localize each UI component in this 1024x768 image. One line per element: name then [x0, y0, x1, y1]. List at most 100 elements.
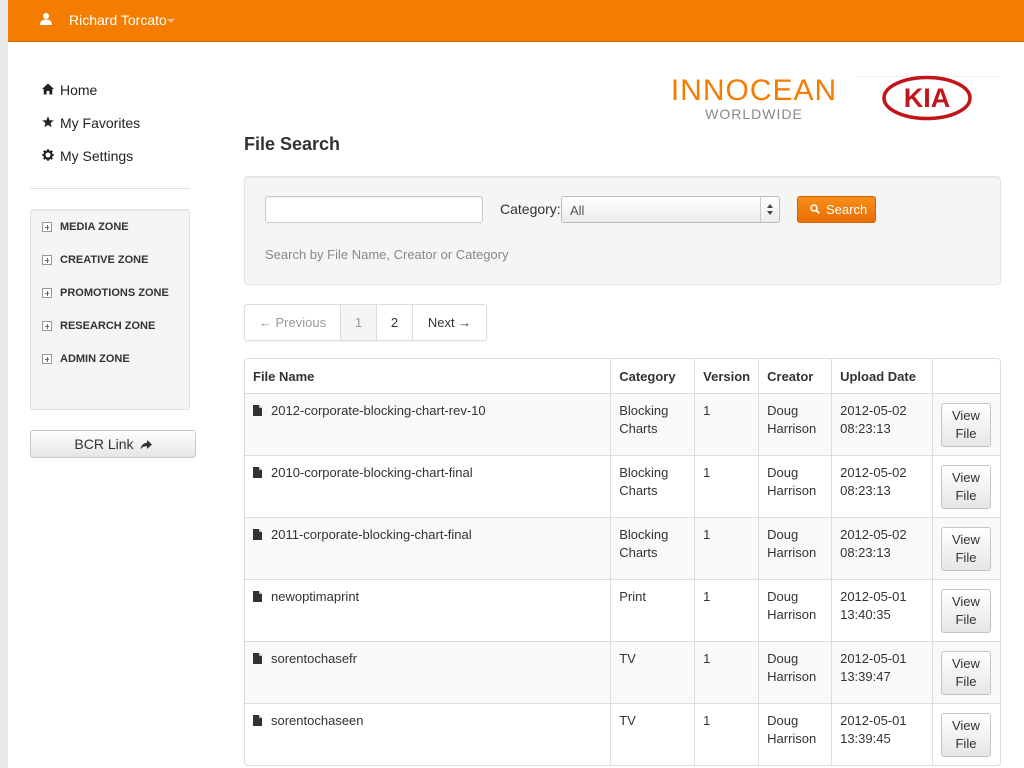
view-file-label-1: View [951, 470, 980, 485]
view-file-button[interactable]: View File [940, 403, 991, 447]
cell-actions: View File [931, 703, 1000, 765]
svg-text:KIA: KIA [904, 83, 951, 113]
cell-creator2: Harrison [767, 545, 817, 560]
user-menu[interactable]: Richard Torcato [69, 12, 167, 28]
expand-icon[interactable] [42, 255, 52, 265]
cell-creator: Doug Harrison [758, 517, 832, 579]
cell-creator2: Harrison [767, 483, 817, 498]
search-button[interactable]: Search [797, 196, 876, 223]
view-file-button[interactable]: View File [940, 465, 991, 509]
table-row: sorentochaseen TV 1 Doug Harrison 2012-05… [245, 703, 1000, 765]
bcr-link-button[interactable]: BCR Link [30, 430, 196, 458]
file-icon [253, 653, 262, 664]
table-row: sorentochasefr TV 1 Doug Harrison 2012-05… [245, 641, 1000, 703]
pagination-next[interactable]: Next → [413, 305, 486, 340]
cell-cat2: Charts [619, 483, 658, 498]
cell-version: 1 [703, 403, 711, 418]
table-row: newoptimaprint Print 1 Doug Harrison 2012… [245, 579, 1000, 641]
file-name-link[interactable]: newoptimaprint [253, 588, 602, 606]
cell-file-name: 2011-corporate-blocking-chart-final [245, 517, 611, 579]
search-icon [810, 204, 820, 214]
cell-version: 1 [694, 703, 759, 765]
home-icon [42, 83, 54, 95]
gear-icon [42, 149, 54, 161]
file-name-link[interactable]: 2011-corporate-blocking-chart-final [253, 526, 602, 544]
cell-file-name: 2010-corporate-blocking-chart-final [245, 455, 611, 517]
cell-cat1: Print [619, 589, 646, 604]
cell-date: 2012-05-02 [840, 403, 907, 418]
cell-upload-date: 2012-05-02 08:23:13 [831, 517, 932, 579]
cell-category: Blocking Charts [610, 517, 695, 579]
view-file-label-2: File [955, 612, 977, 627]
file-icon [253, 715, 262, 726]
cell-creator1: Doug [767, 527, 799, 542]
view-file-button[interactable]: View File [940, 713, 991, 757]
cell-cat1: Blocking [619, 527, 669, 542]
cell-cat1: Blocking [619, 465, 669, 480]
view-file-label-2: File [955, 426, 977, 441]
search-button-label: Search [826, 202, 868, 217]
cell-cat2: Charts [619, 545, 658, 560]
view-file-button[interactable]: View File [940, 589, 991, 633]
file-name-text: sorentochaseen [271, 713, 364, 728]
view-file-button[interactable]: View File [940, 527, 991, 571]
select-arrows-icon [760, 197, 779, 222]
file-name-link[interactable]: 2010-corporate-blocking-chart-final [253, 464, 602, 482]
expand-icon[interactable] [42, 288, 52, 298]
page-title: File Search [244, 134, 341, 154]
cell-category: TV [610, 641, 695, 703]
view-file-label-2: File [955, 674, 977, 689]
cell-date: 2012-05-02 [840, 465, 907, 480]
column-header-creator[interactable]: Creator [758, 359, 831, 393]
cell-category: Print [610, 579, 695, 641]
expand-icon[interactable] [42, 321, 52, 331]
chevron-down-icon[interactable] [167, 19, 175, 23]
pagination-previous[interactable]: ← Previous [245, 305, 341, 340]
cell-version: 1 [694, 455, 759, 517]
zones-panel: MEDIA ZONE CREATIVE ZONE PROMOTIONS ZONE… [30, 209, 190, 410]
sidebar-divider [30, 188, 190, 189]
cell-creator2: Harrison [767, 669, 817, 684]
search-input[interactable] [265, 196, 483, 223]
view-file-label-1: View [951, 718, 980, 733]
cell-file-name: 2012-corporate-blocking-chart-rev-10 [245, 393, 611, 455]
innocean-logo-subtext: WORLDWIDE [705, 106, 803, 122]
cell-version: 1 [703, 651, 711, 666]
expand-icon[interactable] [42, 222, 52, 232]
category-selected-value: All [570, 203, 585, 218]
cell-category: TV [610, 703, 695, 765]
pagination-page-1[interactable]: 1 [341, 305, 377, 340]
cell-upload-date: 2012-05-01 13:39:47 [831, 641, 932, 703]
column-header-file-name[interactable]: File Name [245, 359, 610, 393]
view-file-button[interactable]: View File [940, 651, 991, 695]
search-hint: Search by File Name, Creator or Category [265, 247, 509, 262]
column-header-category[interactable]: Category [610, 359, 694, 393]
file-name-link[interactable]: sorentochasefr [253, 650, 602, 668]
file-name-link[interactable]: 2012-corporate-blocking-chart-rev-10 [253, 402, 602, 420]
innocean-logo: INNOCEAN WORLDWIDE [669, 76, 839, 122]
cell-time: 13:39:47 [840, 669, 891, 684]
cell-version: 1 [694, 579, 759, 641]
cell-creator: Doug Harrison [758, 641, 832, 703]
category-select[interactable]: All [561, 196, 780, 223]
view-file-label-2: File [955, 488, 977, 503]
cell-creator1: Doug [767, 465, 799, 480]
sidebar-item-label: My Settings [60, 148, 134, 164]
cell-time: 08:23:13 [840, 545, 891, 560]
file-name-link[interactable]: sorentochaseen [253, 712, 602, 730]
cell-creator1: Doug [767, 589, 799, 604]
user-icon[interactable] [40, 12, 52, 26]
zone-label: CREATIVE ZONE [60, 254, 149, 266]
cell-actions: View File [931, 455, 1000, 517]
bcr-link-label: BCR Link [74, 436, 134, 452]
expand-icon[interactable] [42, 354, 52, 364]
pagination-page-2[interactable]: 2 [377, 305, 413, 340]
column-header-version[interactable]: Version [694, 359, 758, 393]
cell-upload-date: 2012-05-01 13:39:45 [831, 703, 932, 765]
cell-creator: Doug Harrison [758, 455, 832, 517]
cell-creator1: Doug [767, 713, 799, 728]
sidebar-item-label: My Favorites [60, 115, 141, 131]
column-header-upload-date[interactable]: Upload Date [831, 359, 932, 393]
file-name-text: 2010-corporate-blocking-chart-final [271, 465, 473, 480]
cell-upload-date: 2012-05-01 13:40:35 [831, 579, 932, 641]
